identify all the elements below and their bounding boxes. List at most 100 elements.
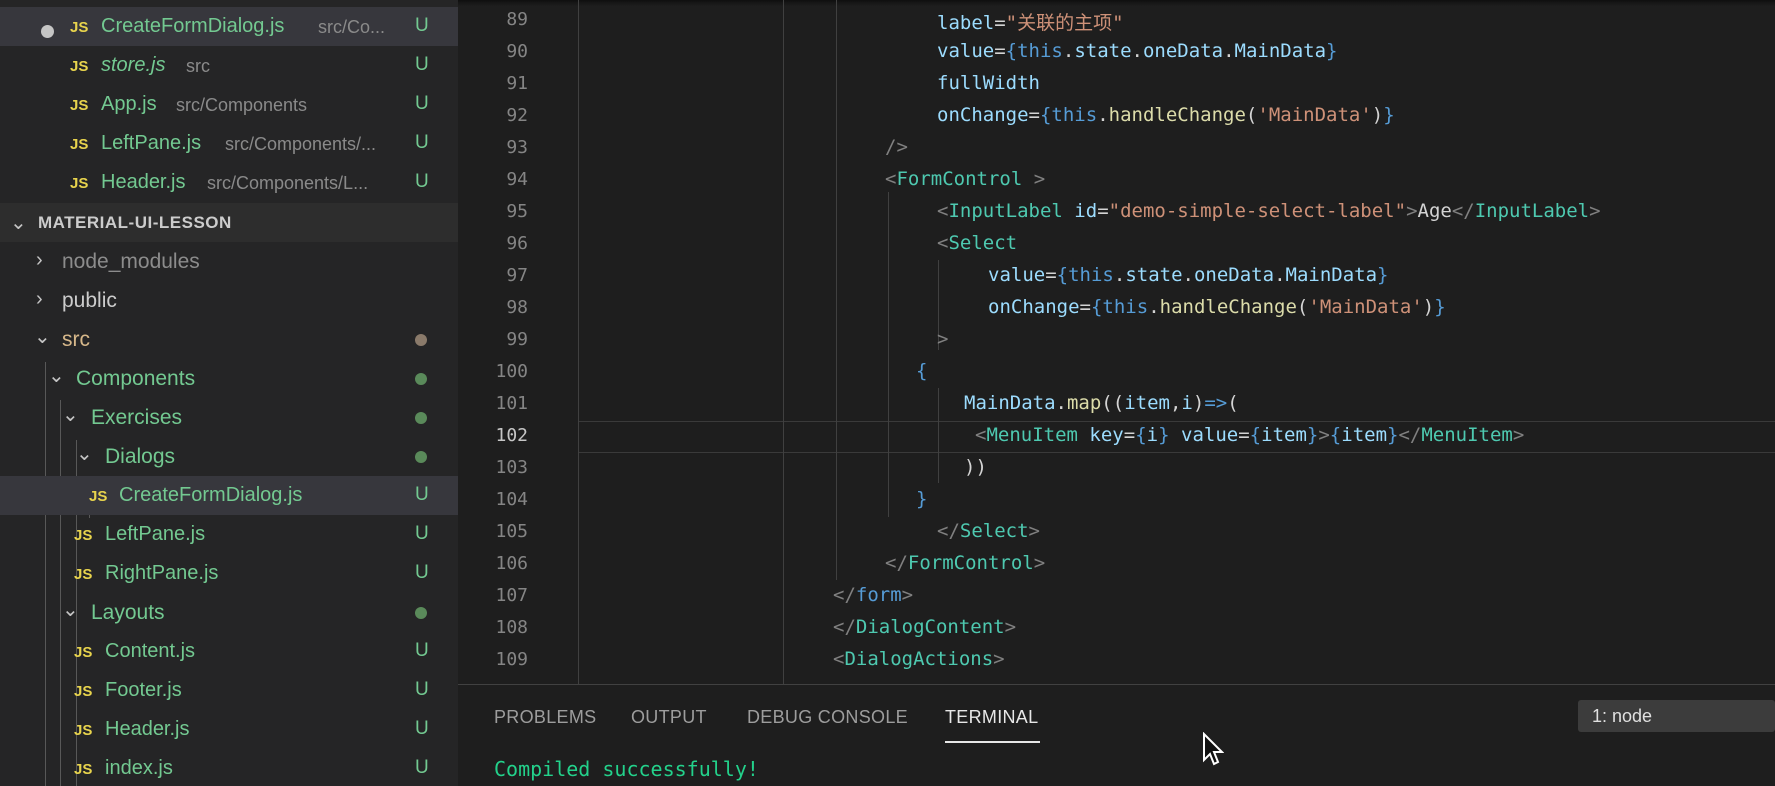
folder-exercises[interactable]: ⌄ Exercises bbox=[0, 398, 458, 437]
chevron-down-icon: ⌄ bbox=[34, 326, 51, 348]
line-number: 90 bbox=[506, 41, 528, 62]
indent-guide bbox=[836, 0, 837, 580]
folder-public[interactable]: › public bbox=[0, 281, 458, 320]
line-number: 106 bbox=[495, 553, 528, 574]
open-editor-item-store[interactable]: JS store.js src U bbox=[0, 46, 458, 85]
line-number: 101 bbox=[495, 393, 528, 414]
mouse-pointer-icon bbox=[1203, 732, 1224, 766]
file-name: Header.js bbox=[105, 718, 190, 740]
chevron-right-icon: › bbox=[36, 249, 43, 271]
line-number: 107 bbox=[495, 585, 528, 606]
code-editor[interactable]: 89 label="关联的主项" 90 value={this.state.on… bbox=[458, 0, 1775, 684]
code-line: { bbox=[916, 360, 928, 382]
code-line: value={this.state.oneData.MainData} bbox=[937, 40, 1338, 62]
line-number: 108 bbox=[495, 617, 528, 638]
line-number: 93 bbox=[506, 137, 528, 158]
explorer-sidebar: JS CreateFormDialog.js src/Co... U JS st… bbox=[0, 0, 458, 786]
untracked-dot-icon bbox=[415, 607, 427, 619]
git-status-badge: U bbox=[415, 132, 429, 153]
modified-dot-icon bbox=[415, 334, 427, 346]
file-name: Footer.js bbox=[105, 679, 182, 701]
code-line: /> bbox=[885, 136, 908, 158]
git-status-badge: U bbox=[415, 93, 429, 114]
code-line: <InputLabel id="demo-simple-select-label… bbox=[937, 200, 1601, 222]
line-number: 91 bbox=[506, 73, 528, 94]
folder-node-modules[interactable]: › node_modules bbox=[0, 242, 458, 281]
code-line: )) bbox=[964, 456, 987, 478]
code-line: fullWidth bbox=[937, 72, 1040, 94]
open-editor-path: src/Components/... bbox=[225, 134, 377, 154]
file-content[interactable]: JS Content.js U bbox=[0, 632, 458, 671]
line-number: 94 bbox=[506, 169, 528, 190]
open-editor-filename: store.js bbox=[101, 54, 166, 76]
js-file-icon: JS bbox=[74, 566, 93, 583]
folder-name: Exercises bbox=[91, 406, 183, 429]
open-editor-filename: App.js bbox=[101, 93, 157, 115]
js-file-icon: JS bbox=[74, 761, 93, 778]
line-number: 99 bbox=[506, 329, 528, 350]
js-file-icon: JS bbox=[70, 58, 89, 75]
code-line: } bbox=[916, 488, 928, 510]
file-header[interactable]: JS Header.js U bbox=[0, 710, 458, 749]
open-editor-item-leftpane[interactable]: JS LeftPane.js src/Components/... U bbox=[0, 124, 458, 163]
terminal-select[interactable]: 1: node bbox=[1578, 700, 1775, 732]
line-number: 105 bbox=[495, 521, 528, 542]
project-title: MATERIAL-UI-LESSON bbox=[38, 213, 232, 232]
chevron-right-icon: › bbox=[36, 288, 43, 310]
code-line: <Select bbox=[937, 232, 1018, 254]
code-line: onChange={this.handleChange('MainData')} bbox=[937, 104, 1395, 126]
git-status-badge: U bbox=[415, 523, 429, 544]
tab-output[interactable]: OUTPUT bbox=[631, 707, 707, 728]
chevron-down-icon: ⌄ bbox=[76, 443, 93, 465]
js-file-icon: JS bbox=[70, 175, 89, 192]
open-editor-path: src/Components/L... bbox=[207, 173, 369, 193]
file-index[interactable]: JS index.js U bbox=[0, 749, 458, 786]
file-footer[interactable]: JS Footer.js U bbox=[0, 671, 458, 710]
git-status-badge: U bbox=[415, 640, 429, 661]
indent-guide bbox=[783, 0, 784, 684]
folder-components[interactable]: ⌄ Components bbox=[0, 359, 458, 398]
indent-guide bbox=[578, 0, 579, 684]
code-line: <FormControl > bbox=[885, 168, 1046, 190]
scroll-shadow bbox=[458, 0, 1775, 6]
code-line: <MenuItem key={i} value={item}>{item}</M… bbox=[975, 424, 1525, 446]
git-status-badge: U bbox=[415, 718, 429, 739]
file-createformdialog[interactable]: JS CreateFormDialog.js U bbox=[0, 476, 458, 515]
line-number: 102 bbox=[495, 425, 528, 446]
project-section-header[interactable]: ⌄ MATERIAL-UI-LESSON bbox=[0, 203, 458, 242]
file-name: Content.js bbox=[105, 640, 196, 662]
git-status-badge: U bbox=[415, 15, 429, 36]
folder-dialogs[interactable]: ⌄ Dialogs bbox=[0, 437, 458, 476]
folder-name: Layouts bbox=[91, 601, 165, 624]
git-status-badge: U bbox=[415, 562, 429, 583]
tab-terminal[interactable]: TERMINAL bbox=[945, 707, 1038, 728]
folder-name: Dialogs bbox=[105, 445, 176, 468]
active-tab-indicator bbox=[945, 741, 1040, 743]
js-file-icon: JS bbox=[70, 19, 89, 36]
indent-guide bbox=[888, 192, 889, 517]
git-status-badge: U bbox=[415, 757, 429, 778]
file-name: RightPane.js bbox=[105, 562, 219, 584]
chevron-down-icon: ⌄ bbox=[62, 599, 79, 621]
tab-debug-console[interactable]: DEBUG CONSOLE bbox=[747, 707, 908, 728]
file-leftpane[interactable]: JS LeftPane.js U bbox=[0, 515, 458, 554]
file-rightpane[interactable]: JS RightPane.js U bbox=[0, 554, 458, 593]
code-line: onChange={this.handleChange('MainData')} bbox=[988, 296, 1446, 318]
code-line: label="关联的主项" bbox=[937, 12, 1124, 34]
js-file-icon: JS bbox=[74, 644, 93, 661]
open-editor-filename: LeftPane.js bbox=[101, 132, 202, 154]
folder-src[interactable]: ⌄ src bbox=[0, 320, 458, 359]
tab-problems[interactable]: PROBLEMS bbox=[494, 707, 596, 728]
open-editor-item-header[interactable]: JS Header.js src/Components/L... U bbox=[0, 163, 458, 202]
open-editor-item-app[interactable]: JS App.js src/Components U bbox=[0, 85, 458, 124]
chevron-down-icon: ⌄ bbox=[48, 365, 65, 387]
folder-layouts[interactable]: ⌄ Layouts bbox=[0, 593, 458, 632]
untracked-dot-icon bbox=[415, 451, 427, 463]
code-line: <DialogActions> bbox=[833, 648, 1005, 670]
untracked-dot-icon bbox=[415, 373, 427, 385]
open-editor-item-createformdialog[interactable]: JS CreateFormDialog.js src/Co... U bbox=[0, 7, 458, 46]
git-status-badge: U bbox=[415, 54, 429, 75]
open-editor-filename: CreateFormDialog.js bbox=[101, 15, 285, 37]
terminal-select-value: 1: node bbox=[1592, 706, 1653, 726]
code-line: </DialogContent> bbox=[833, 616, 1017, 638]
